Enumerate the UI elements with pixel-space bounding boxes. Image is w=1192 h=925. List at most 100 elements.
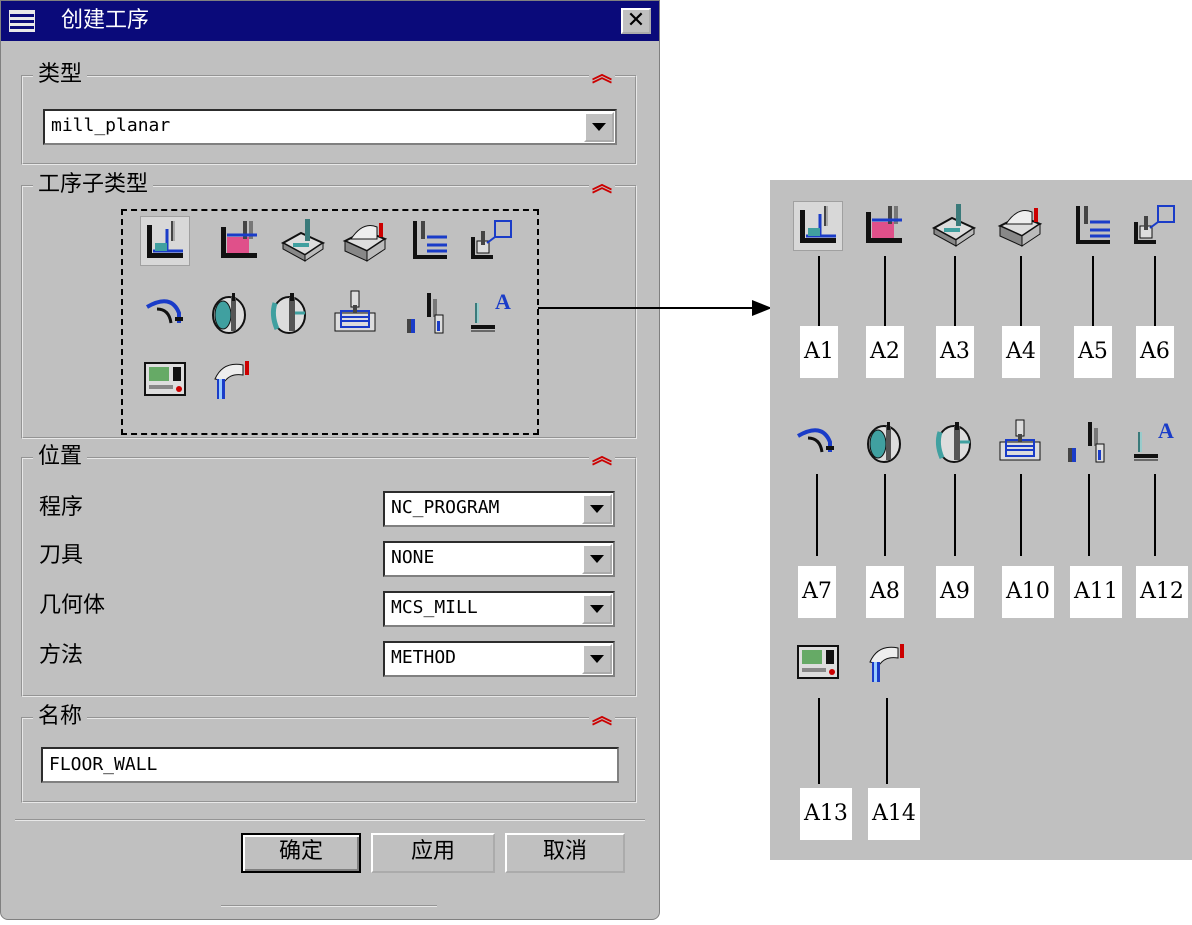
name-input[interactable]: FLOOR_WALL — [41, 747, 619, 783]
leader-line — [1154, 256, 1156, 326]
leader-line — [884, 256, 886, 326]
label-a14: A14 — [868, 788, 920, 840]
collapse-chevron-icon[interactable]: ︽ — [589, 63, 615, 85]
collapse-chevron-icon[interactable]: ︽ — [589, 445, 615, 467]
annotated-a8-icon — [860, 418, 908, 466]
close-button[interactable]: ✕ — [621, 8, 651, 34]
label-a3: A3 — [936, 326, 974, 378]
cancel-button[interactable]: 取消 — [505, 833, 625, 873]
leader-line — [818, 256, 820, 326]
collapse-chevron-icon[interactable]: ︽ — [589, 173, 615, 195]
title-bar[interactable]: 创建工序 ✕ — [1, 1, 659, 41]
leader-line — [886, 698, 888, 784]
operation-subtype-a9-icon[interactable] — [265, 289, 313, 337]
geometry-select-value: MCS_MILL — [391, 597, 478, 618]
ok-button[interactable]: 确定 — [241, 833, 361, 873]
tool-select-value: NONE — [391, 547, 435, 568]
svg-text:A: A — [495, 289, 511, 314]
operation-subtype-a8-icon[interactable] — [205, 289, 253, 337]
annotation-panel: A A1 A2 A3 A4 A5 A6 A7 A8 A9 A10 A11 A12 A13 A14 — [770, 180, 1192, 860]
label-a11: A11 — [1070, 566, 1122, 618]
type-group-title: 类型 — [33, 61, 88, 89]
operation-subtype-a5-icon[interactable] — [405, 217, 453, 265]
annotated-a2-icon — [860, 202, 908, 250]
program-select-value: NC_PROGRAM — [391, 497, 500, 518]
type-select[interactable]: mill_planar — [43, 109, 617, 145]
geometry-label: 几何体 — [39, 593, 106, 618]
label-a1: A1 — [800, 326, 838, 378]
operation-subtype-a13-icon[interactable] — [141, 355, 189, 403]
tool-label: 刀具 — [39, 543, 84, 568]
geometry-select[interactable]: MCS_MILL — [383, 591, 615, 627]
label-a2: A2 — [866, 326, 904, 378]
method-select[interactable]: METHOD — [383, 641, 615, 677]
dropdown-arrow-icon[interactable] — [582, 494, 612, 524]
location-group-title: 位置 — [33, 443, 88, 471]
annotated-a9-icon — [930, 418, 978, 466]
annotated-a6-icon — [1130, 202, 1178, 250]
leader-line — [1092, 256, 1094, 326]
annotated-a11-icon — [1064, 418, 1112, 466]
leader-line — [1020, 256, 1022, 326]
leader-line — [1020, 474, 1022, 556]
leader-line — [954, 256, 956, 326]
operation-subtype-a6-icon[interactable] — [467, 217, 515, 265]
svg-text:A: A — [1158, 418, 1174, 443]
resize-grip[interactable] — [221, 905, 437, 907]
operation-subtype-a1-icon[interactable] — [140, 216, 190, 266]
tool-select[interactable]: NONE — [383, 541, 615, 577]
annotated-a14-icon — [862, 638, 910, 686]
label-a6: A6 — [1136, 326, 1174, 378]
annotated-a12-icon: A — [1130, 418, 1178, 466]
name-group: 名称 ︽ FLOOR_WALL — [21, 703, 637, 803]
button-separator — [15, 819, 645, 821]
operation-subtype-a3-icon[interactable] — [279, 217, 327, 265]
name-group-title: 名称 — [33, 703, 88, 731]
operation-subtype-a10-icon[interactable] — [331, 289, 379, 337]
leader-line — [954, 474, 956, 556]
label-a13: A13 — [800, 788, 852, 840]
program-select[interactable]: NC_PROGRAM — [383, 491, 615, 527]
operation-subtype-a14-icon[interactable] — [207, 355, 255, 403]
annotated-a7-icon — [792, 418, 840, 466]
leader-line — [816, 474, 818, 556]
dropdown-arrow-icon[interactable] — [584, 112, 614, 142]
label-a10: A10 — [1002, 566, 1054, 618]
label-a5: A5 — [1074, 326, 1112, 378]
collapse-chevron-icon[interactable]: ︽ — [589, 705, 615, 727]
dropdown-arrow-icon[interactable] — [582, 544, 612, 574]
type-group: 类型 ︽ mill_planar — [21, 61, 637, 165]
operation-subtype-a12-icon[interactable]: A — [467, 289, 515, 337]
leader-line — [1088, 474, 1090, 556]
window-menu-icon[interactable] — [9, 10, 35, 32]
leader-line — [818, 698, 820, 784]
leader-line — [884, 474, 886, 556]
subtype-group-title: 工序子类型 — [33, 171, 154, 199]
annotated-a10-icon — [996, 418, 1044, 466]
operation-subtype-a7-icon[interactable] — [141, 289, 189, 337]
annotated-a5-icon — [1068, 202, 1116, 250]
program-label: 程序 — [39, 495, 84, 520]
create-operation-dialog: 创建工序 ✕ 类型 ︽ mill_planar 工序子类型 ︽ A 位置 ︽ 程… — [0, 0, 660, 920]
annotated-a3-icon — [930, 202, 978, 250]
operation-subtype-a2-icon[interactable] — [215, 217, 263, 265]
dropdown-arrow-icon[interactable] — [582, 594, 612, 624]
dropdown-arrow-icon[interactable] — [582, 644, 612, 674]
annotated-a13-icon — [794, 638, 842, 686]
callout-arrow — [538, 300, 772, 316]
label-a7: A7 — [798, 566, 836, 618]
annotated-a1-icon — [793, 201, 843, 251]
annotated-a4-icon — [996, 202, 1044, 250]
leader-line — [1154, 474, 1156, 556]
name-input-value: FLOOR_WALL — [49, 754, 158, 775]
type-select-value: mill_planar — [51, 115, 171, 136]
method-label: 方法 — [39, 643, 84, 668]
window-title: 创建工序 — [61, 8, 150, 33]
label-a9: A9 — [936, 566, 974, 618]
method-select-value: METHOD — [391, 647, 457, 668]
apply-button[interactable]: 应用 — [371, 833, 495, 873]
label-a4: A4 — [1002, 326, 1040, 378]
operation-subtype-a4-icon[interactable] — [341, 217, 389, 265]
operation-subtype-a11-icon[interactable] — [403, 289, 451, 337]
label-a12: A12 — [1136, 566, 1188, 618]
